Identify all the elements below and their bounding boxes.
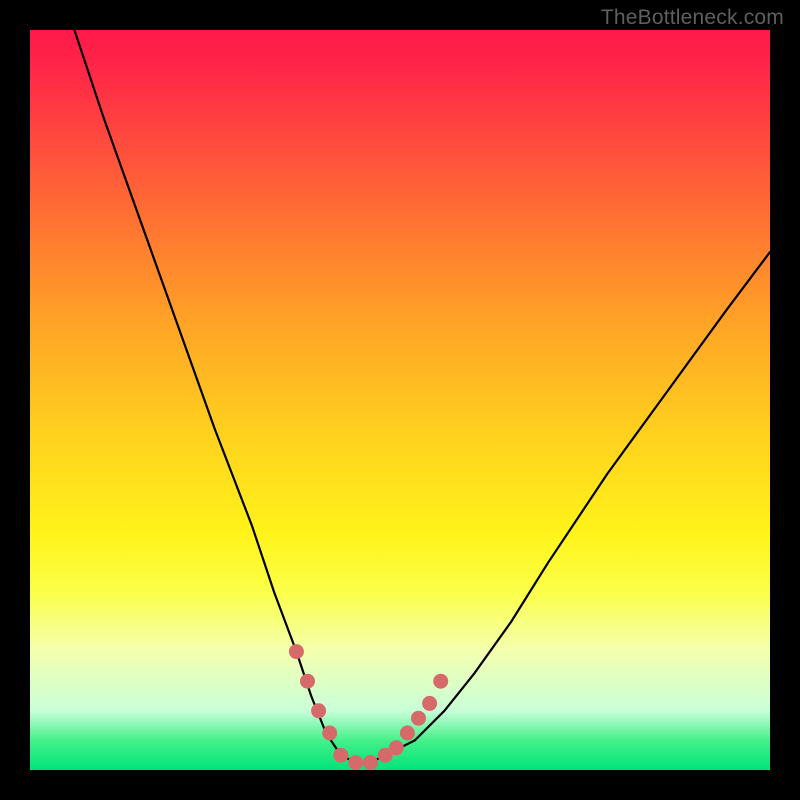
valley-marker: [311, 703, 326, 718]
valley-marker: [363, 755, 378, 770]
valley-marker: [400, 726, 415, 741]
valley-marker: [433, 674, 448, 689]
valley-marker: [422, 696, 437, 711]
plot-area: [30, 30, 770, 770]
valley-marker: [289, 644, 304, 659]
curve-layer: [30, 30, 770, 770]
bottleneck-curve: [74, 30, 770, 763]
valley-highlight: [289, 644, 448, 770]
valley-marker: [389, 740, 404, 755]
chart-frame: TheBottleneck.com: [0, 0, 800, 800]
valley-marker: [333, 748, 348, 763]
valley-marker: [411, 711, 426, 726]
valley-marker: [322, 726, 337, 741]
valley-marker: [348, 755, 363, 770]
valley-marker: [300, 674, 315, 689]
watermark-text: TheBottleneck.com: [601, 6, 784, 30]
